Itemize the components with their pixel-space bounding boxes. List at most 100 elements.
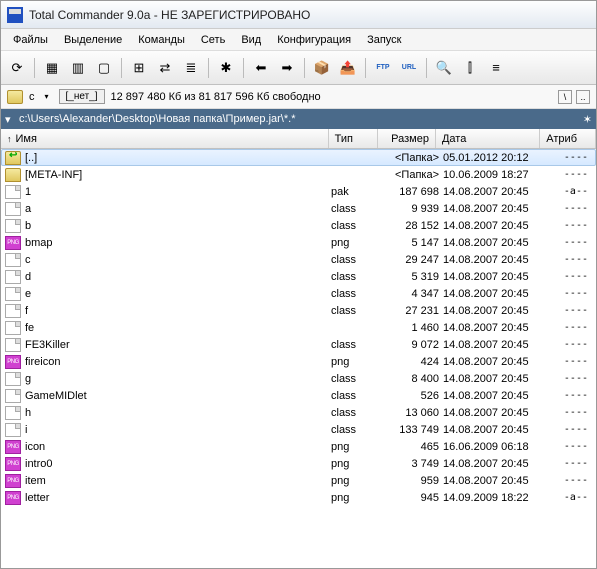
file-type: class (331, 288, 381, 300)
file-name: bmap (25, 237, 331, 249)
menu-файлы[interactable]: Файлы (5, 31, 56, 49)
ftp-icon[interactable]: FTP (371, 56, 395, 80)
table-row[interactable]: gclass8 40014.08.2007 20:45---- (1, 370, 596, 387)
file-icon (5, 406, 21, 420)
file-date: 14.08.2007 20:45 (439, 373, 544, 385)
menu-выделение[interactable]: Выделение (56, 31, 130, 49)
tree-icon[interactable]: ⊞ (127, 56, 151, 80)
file-size: 5 319 (381, 271, 439, 283)
table-row[interactable]: fe1 46014.08.2007 20:45---- (1, 319, 596, 336)
table-row[interactable]: bmappng5 14714.08.2007 20:45---- (1, 234, 596, 251)
header-attr[interactable]: Атриб (540, 129, 596, 148)
file-attr: ---- (544, 152, 592, 163)
file-date: 14.08.2007 20:45 (439, 424, 544, 436)
table-row[interactable]: iconpng46516.06.2009 06:18---- (1, 438, 596, 455)
table-row[interactable]: cclass29 24714.08.2007 20:45---- (1, 251, 596, 268)
toolbar: ⟳ ▦▥▢ ⊞⇄≣ ✱ ⬅➡ 📦📤 FTPURL 🔍⫿≡ (1, 51, 596, 85)
table-row[interactable]: GameMIDletclass52614.08.2007 20:45---- (1, 387, 596, 404)
table-row[interactable]: eclass4 34714.08.2007 20:45---- (1, 285, 596, 302)
header-size[interactable]: Размер (378, 129, 436, 148)
view-full-icon[interactable]: ▥ (66, 56, 90, 80)
file-attr: -a-- (544, 186, 592, 197)
table-row[interactable]: fireiconpng42414.08.2007 20:45---- (1, 353, 596, 370)
unpack-icon[interactable]: 📤 (336, 56, 360, 80)
file-date: 14.08.2007 20:45 (439, 220, 544, 232)
file-type: class (331, 424, 381, 436)
file-type: pak (331, 186, 381, 198)
table-row[interactable]: dclass5 31914.08.2007 20:45---- (1, 268, 596, 285)
favorites-icon[interactable]: ✶ (583, 113, 592, 126)
table-row[interactable]: FE3Killerclass9 07214.08.2007 20:45---- (1, 336, 596, 353)
drive-bar: c ▾ [_нет_] 12 897 480 Кб из 81 817 596 … (1, 85, 596, 109)
notepad-icon[interactable]: ≡ (484, 56, 508, 80)
path-bar[interactable]: ▾ c:\Users\Alexander\Desktop\Новая папка… (1, 109, 596, 129)
png-icon (5, 474, 21, 488)
header-name[interactable]: ↑Имя (1, 129, 329, 148)
path-dropdown-icon[interactable]: ▾ (5, 113, 19, 126)
file-attr: ---- (544, 203, 592, 214)
multi-rename-icon[interactable]: ⫿ (458, 56, 482, 80)
sync-icon[interactable]: ⇄ (153, 56, 177, 80)
drive-none-button[interactable]: [_нет_] (59, 89, 105, 104)
table-row[interactable]: aclass9 93914.08.2007 20:45---- (1, 200, 596, 217)
drive-dropdown-icon[interactable]: ▾ (41, 91, 53, 103)
file-icon (5, 202, 21, 216)
table-row[interactable]: bclass28 15214.08.2007 20:45---- (1, 217, 596, 234)
menu-вид[interactable]: Вид (233, 31, 269, 49)
drive-letter[interactable]: c (29, 91, 35, 103)
toolbar-separator (365, 58, 366, 78)
table-row[interactable]: fclass27 23114.08.2007 20:45---- (1, 302, 596, 319)
png-icon (5, 491, 21, 505)
file-list[interactable]: [..]<Папка>05.01.2012 20:12----[META-INF… (1, 149, 596, 568)
file-date: 14.08.2007 20:45 (439, 288, 544, 300)
file-date: 14.08.2007 20:45 (439, 203, 544, 215)
search-icon[interactable]: 🔍 (432, 56, 456, 80)
view-brief-icon[interactable]: ▦ (40, 56, 64, 80)
refresh-icon[interactable]: ⟳ (5, 56, 29, 80)
drive-free-space: 12 897 480 Кб из 81 817 596 Кб свободно (111, 91, 552, 103)
table-row[interactable]: 1pak187 69814.08.2007 20:45-a-- (1, 183, 596, 200)
file-date: 14.08.2007 20:45 (439, 390, 544, 402)
table-row[interactable]: hclass13 06014.08.2007 20:45---- (1, 404, 596, 421)
file-attr: ---- (544, 237, 592, 248)
file-attr: ---- (544, 407, 592, 418)
url-icon[interactable]: URL (397, 56, 421, 80)
table-row[interactable]: letterpng94514.09.2009 18:22-a-- (1, 489, 596, 506)
menu-запуск[interactable]: Запуск (359, 31, 409, 49)
header-type[interactable]: Тип (329, 129, 379, 148)
file-size: 526 (381, 390, 439, 402)
png-icon (5, 355, 21, 369)
file-name: fe (25, 322, 331, 334)
file-name: d (25, 271, 331, 283)
file-size: <Папка> (381, 152, 439, 164)
pack-icon[interactable]: 📦 (310, 56, 334, 80)
file-type: png (331, 441, 381, 453)
file-type: class (331, 390, 381, 402)
file-size: 959 (381, 475, 439, 487)
forward-icon[interactable]: ➡ (275, 56, 299, 80)
parent-button[interactable]: .. (576, 90, 590, 104)
toolbar-separator (304, 58, 305, 78)
table-row[interactable]: itempng95914.08.2007 20:45---- (1, 472, 596, 489)
file-type: class (331, 254, 381, 266)
menu-команды[interactable]: Команды (130, 31, 193, 49)
thumbnails-icon[interactable]: ▢ (92, 56, 116, 80)
titlebar[interactable]: Total Commander 9.0a - НЕ ЗАРЕГИСТРИРОВА… (1, 1, 596, 29)
table-row[interactable]: intro0png3 74914.08.2007 20:45---- (1, 455, 596, 472)
table-row[interactable]: iclass133 74914.08.2007 20:45---- (1, 421, 596, 438)
header-date[interactable]: Дата (436, 129, 540, 148)
table-row[interactable]: [META-INF]<Папка>10.06.2009 18:27---- (1, 166, 596, 183)
file-size: 187 698 (381, 186, 439, 198)
table-row[interactable]: [..]<Папка>05.01.2012 20:12---- (1, 149, 596, 166)
invert-icon[interactable]: ✱ (214, 56, 238, 80)
file-name: FE3Killer (25, 339, 331, 351)
file-name: g (25, 373, 331, 385)
root-button[interactable]: \ (558, 90, 572, 104)
compare-icon[interactable]: ≣ (179, 56, 203, 80)
file-name: e (25, 288, 331, 300)
file-type: class (331, 305, 381, 317)
menu-конфигурация[interactable]: Конфигурация (269, 31, 359, 49)
file-name: b (25, 220, 331, 232)
back-icon[interactable]: ⬅ (249, 56, 273, 80)
menu-сеть[interactable]: Сеть (193, 31, 233, 49)
